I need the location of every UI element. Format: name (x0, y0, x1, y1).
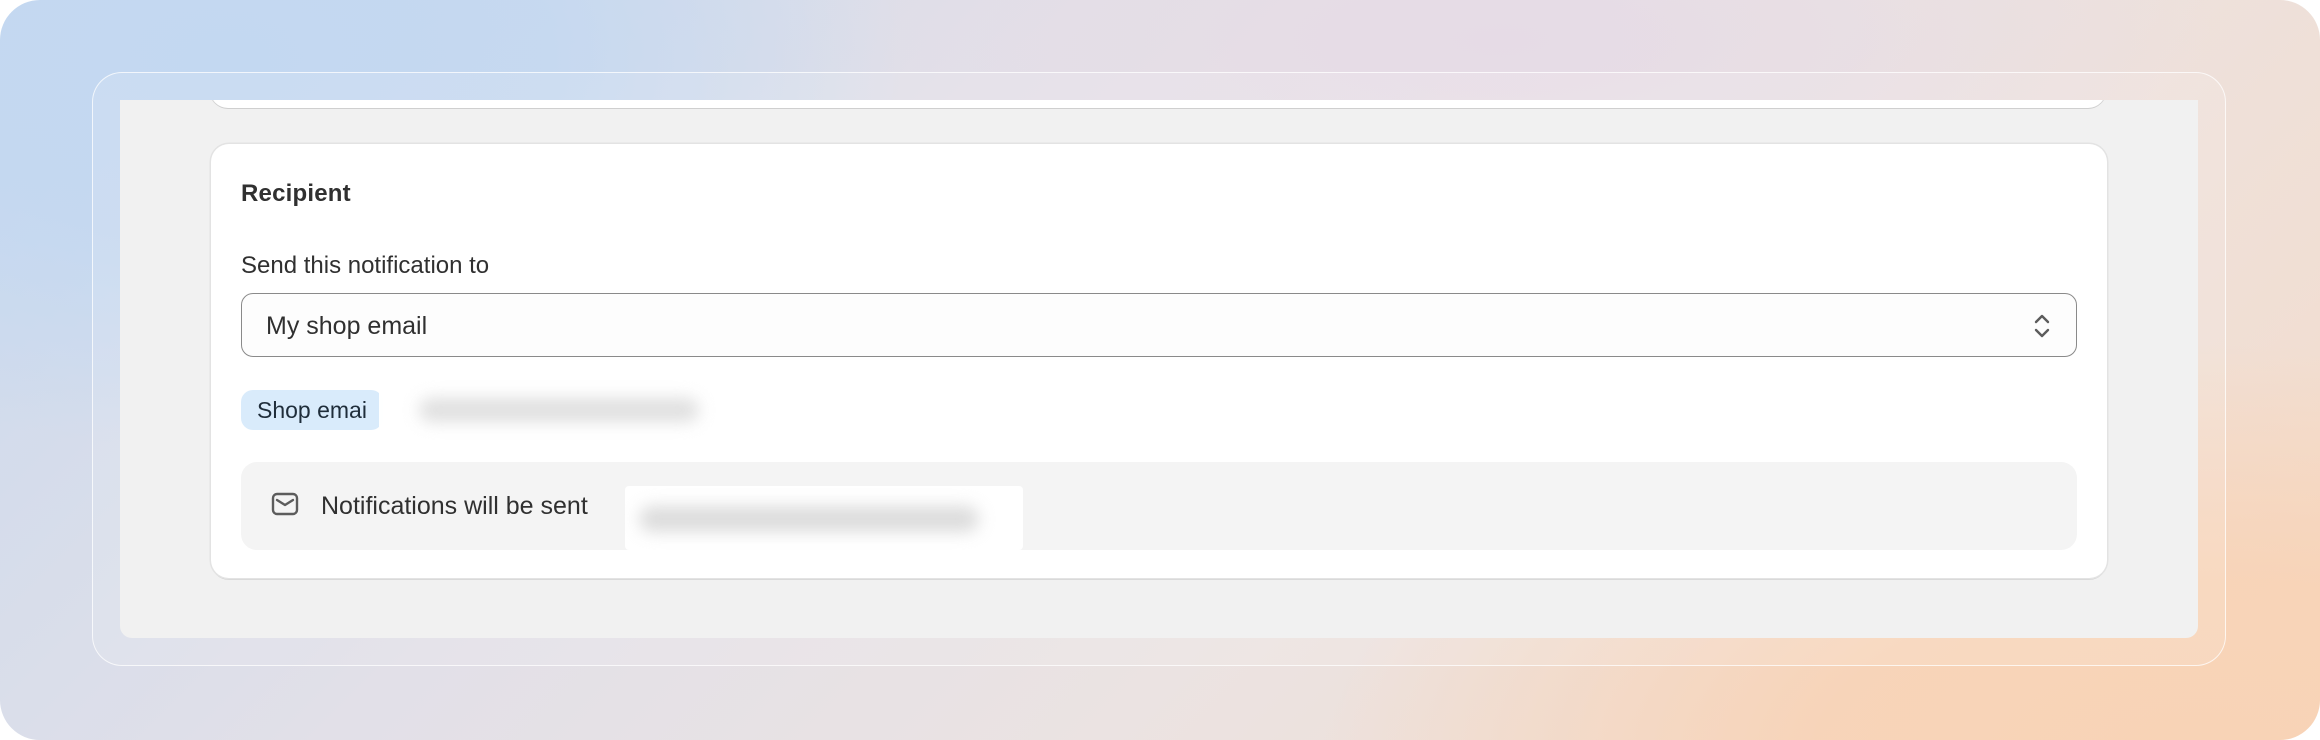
previous-card (210, 100, 2106, 108)
chevron-up-down-icon (2034, 314, 2050, 338)
section-title: Recipient (241, 180, 351, 207)
recipient-select[interactable]: My shop email (241, 293, 2077, 357)
envelope-icon (271, 492, 299, 516)
shop-email-tag: Shop emai (241, 390, 383, 430)
redaction-blur (419, 398, 699, 422)
redacted-email-value (379, 384, 699, 436)
notification-info-text: Notifications will be sent (321, 492, 588, 520)
settings-screen: Recipient Send this notification to My s… (120, 100, 2198, 638)
recipient-select-value: My shop email (266, 312, 428, 340)
send-to-label: Send this notification to (241, 252, 490, 279)
redacted-recipient-address (625, 486, 1023, 550)
recipient-card: Recipient Send this notification to My s… (211, 144, 2107, 578)
redaction-blur (639, 506, 979, 532)
notification-info-banner: Notifications will be sent (241, 462, 2077, 550)
